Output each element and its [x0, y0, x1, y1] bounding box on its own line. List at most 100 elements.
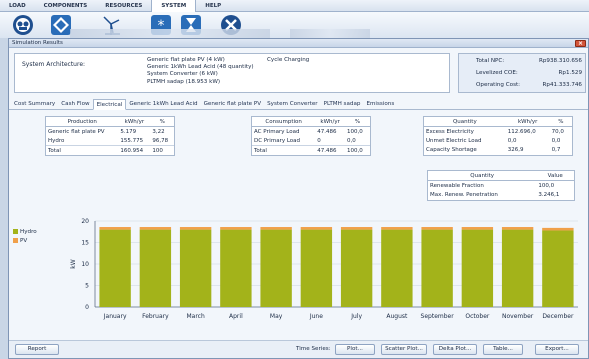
table-cell: 47.486: [315, 145, 345, 155]
column-header: %: [150, 117, 174, 127]
dispatch-strategy: Cycle Charging: [267, 57, 310, 63]
column-header: %: [345, 117, 370, 127]
table-row: Excess Electricity 112.696,0 70,0: [424, 127, 572, 137]
table-cell: Hydro: [48, 137, 65, 144]
x-tick-label: October: [465, 313, 490, 320]
x-tick-label: May: [270, 313, 283, 320]
ribbon-tab-load[interactable]: LOAD: [0, 0, 35, 12]
tab-cost-summary[interactable]: Cost Summary: [11, 99, 58, 110]
column-header: Quantity: [428, 171, 537, 181]
architecture-component: Generic flat plate PV (4 kW): [147, 57, 225, 63]
total-npc-row: Total NPC: Rp938.310.656: [476, 58, 582, 64]
background-toolbar-strip: [290, 29, 370, 38]
bar-hydro: [179, 229, 212, 307]
bar-hydro: [542, 230, 574, 307]
tab-cash-flow[interactable]: Cash Flow: [58, 99, 92, 110]
architecture-components: Generic flat plate PV (4 kW) Generic 1kW…: [147, 57, 254, 86]
table-cell: 155.775: [120, 137, 144, 144]
levelized-coe-label: Levelized COE:: [476, 70, 518, 76]
table-row: Hydro 155.775 96,78: [46, 136, 174, 146]
levelized-coe-row: Levelized COE: Rp1.529: [476, 70, 582, 76]
ribbon-tab-help[interactable]: HELP: [196, 0, 230, 12]
y-axis-label: kW: [70, 259, 77, 268]
x-tick-label: July: [350, 313, 362, 320]
table-cell: 0: [317, 137, 321, 144]
table-cell: Unmet Electric Load: [426, 137, 482, 144]
total-npc-value: Rp938.310.656: [538, 58, 582, 64]
levelized-coe-value: Rp1.529: [558, 70, 582, 76]
table-cell: 100: [150, 145, 174, 155]
table-cell: Excess Electricity: [426, 128, 474, 135]
ribbon-tab-resources[interactable]: RESOURCES: [96, 0, 151, 12]
column-header: kWh/yr: [505, 117, 550, 127]
table-cell: Max. Renew. Penetration: [430, 191, 498, 198]
x-tick-label: June: [309, 313, 323, 320]
table-cell: 0,0: [347, 137, 356, 144]
tab-emissions[interactable]: Emissions: [363, 99, 397, 110]
table-button[interactable]: Table...: [483, 344, 523, 355]
tab-system-converter[interactable]: System Converter: [264, 99, 321, 110]
table-cell: 3.246,1: [538, 191, 560, 198]
report-button[interactable]: Report: [15, 344, 59, 355]
bar-pv: [99, 227, 131, 230]
table-cell: 112.696,0: [507, 128, 536, 135]
bar-pv: [260, 227, 292, 230]
renewable-fraction-table: Quantity Value Renewable Fraction 100,0 …: [427, 170, 575, 201]
delta-plot-button[interactable]: Delta Plot...: [433, 344, 477, 355]
bar-pv: [300, 227, 333, 230]
diamond-icon[interactable]: [50, 14, 72, 36]
bar-hydro: [99, 229, 131, 307]
close-icon[interactable]: ×: [575, 40, 586, 47]
table-cell: 326,9: [507, 147, 524, 154]
table-cell: Renewable Fraction: [430, 182, 484, 189]
column-header: Value: [536, 171, 574, 181]
bar-hydro: [461, 229, 494, 307]
window-title: Simulation Results: [12, 40, 63, 46]
table-row: Generic flat plate PV 5.179 3,22: [46, 127, 174, 137]
bar-pv: [421, 227, 453, 230]
table-cell: 3,22: [152, 128, 165, 135]
bar-pv: [461, 227, 494, 230]
ribbon-tab-system[interactable]: SYSTEM: [151, 0, 197, 12]
y-tick-label: 0: [85, 304, 89, 311]
ribbon-tab-bar: LOAD COMPONENTS RESOURCES SYSTEM HELP: [0, 0, 589, 12]
architecture-component: Generic 1kWh Lead Acid (48 quantity): [147, 64, 254, 71]
table-row: Total 47.486 100,0: [252, 145, 370, 155]
bar-hydro: [381, 229, 413, 307]
bar-hydro: [139, 229, 172, 307]
y-tick-label: 10: [81, 261, 89, 268]
tab-electrical[interactable]: Electrical: [92, 99, 127, 110]
x-tick-label: January: [103, 313, 127, 320]
system-icon[interactable]: [12, 14, 34, 36]
tab-flat-plate-pv[interactable]: Generic flat plate PV: [201, 99, 265, 110]
architecture-component: PLTMH sadap (18.953 kW): [147, 78, 221, 85]
bar-pv: [542, 227, 574, 231]
table-cell: Capacity Shortage: [426, 147, 477, 154]
scatter-plot-button[interactable]: Scatter Plot...: [381, 344, 427, 355]
plot-button[interactable]: Plot...: [335, 344, 375, 355]
table-cell: 0,7: [551, 147, 561, 154]
table-row: AC Primary Load 47.486 100,0: [252, 127, 370, 137]
table-cell: 70,0: [551, 128, 564, 135]
x-tick-label: April: [229, 313, 243, 320]
table-cell: 0,0: [507, 137, 517, 144]
table-cell: 100,0: [538, 182, 555, 189]
ribbon-tab-components[interactable]: COMPONENTS: [35, 0, 97, 12]
table-row: Total 160.954 100: [46, 145, 174, 155]
time-series-label: Time Series:: [296, 346, 331, 352]
bar-pv: [340, 227, 373, 230]
x-tick-label: March: [186, 313, 204, 320]
table-row: Capacity Shortage 326,9 0,7: [424, 146, 572, 156]
table-row: Renewable Fraction 100,0: [428, 181, 574, 191]
system-architecture-panel: System Architecture: Generic flat plate …: [14, 53, 450, 93]
x-tick-label: December: [542, 313, 574, 320]
bar-pv: [501, 227, 534, 230]
x-tick-label: August: [386, 313, 408, 320]
excess-electricity-table: Quantity kWh/yr % Excess Electricity 112…: [423, 116, 573, 156]
export-button[interactable]: Export...: [535, 344, 579, 355]
tab-lead-acid[interactable]: Generic 1kWh Lead Acid: [126, 99, 200, 110]
column-header: Consumption: [252, 117, 316, 127]
bar-hydro: [220, 229, 252, 307]
tab-pltmh-sadap[interactable]: PLTMH sadap: [321, 99, 364, 110]
bar-hydro: [260, 229, 292, 307]
